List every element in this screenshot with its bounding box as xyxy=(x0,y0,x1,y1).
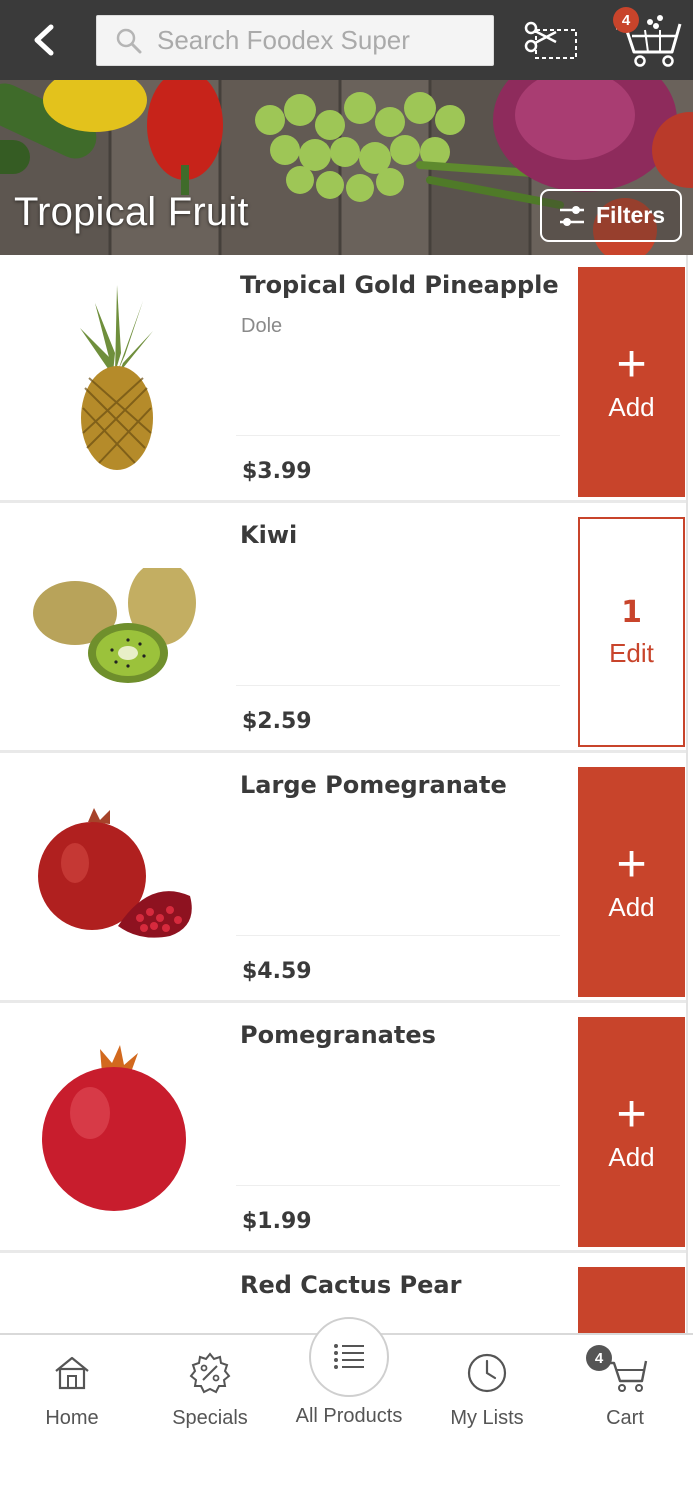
add-label: Add xyxy=(608,1141,655,1172)
nav-cart[interactable]: Cart xyxy=(560,1335,690,1445)
back-arrow-icon xyxy=(34,24,54,56)
add-label: Add xyxy=(608,391,655,422)
scrollbar[interactable] xyxy=(686,255,688,1333)
nav-label: All Products xyxy=(295,1405,403,1427)
filters-button[interactable]: Filters xyxy=(540,189,682,242)
header-cart-count-badge: 4 xyxy=(613,7,639,33)
scissors-coupon-icon xyxy=(524,21,577,59)
product-list: Tropical Gold Pineapple Dole $3.99 + Add… xyxy=(0,255,693,1333)
row-divider xyxy=(236,935,560,936)
add-label: Add xyxy=(608,891,655,922)
product-row[interactable]: Large Pomegranate $4.59 + Add xyxy=(0,755,686,1003)
add-to-cart-button[interactable] xyxy=(578,1267,685,1333)
bottom-navigation: Home Specials All Products My Lists Cart… xyxy=(0,1317,693,1500)
category-title: Tropical Fruit xyxy=(14,190,249,234)
product-name[interactable]: Kiwi xyxy=(240,521,297,549)
pomegranate-image xyxy=(20,1019,210,1237)
nav-label: Specials xyxy=(172,1407,248,1429)
back-button[interactable] xyxy=(22,18,66,62)
product-price: $3.99 xyxy=(242,459,312,484)
search-input[interactable] xyxy=(157,25,477,56)
cart-quantity: 1 xyxy=(621,595,642,630)
home-icon xyxy=(53,1353,91,1393)
search-bar[interactable] xyxy=(96,15,494,66)
large-pomegranate-image xyxy=(20,769,210,987)
product-brand: Dole xyxy=(241,315,283,337)
clock-icon xyxy=(466,1353,508,1393)
add-to-cart-button[interactable]: + Add xyxy=(578,267,685,497)
nav-specials[interactable]: Specials xyxy=(145,1335,275,1445)
product-row[interactable]: Pomegranates $1.99 + Add xyxy=(0,1005,686,1253)
product-name[interactable]: Tropical Gold Pineapple xyxy=(240,271,559,299)
nav-label: Cart xyxy=(606,1407,644,1429)
nav-label: Home xyxy=(45,1407,99,1429)
nav-my-lists[interactable]: My Lists xyxy=(422,1335,552,1445)
add-to-cart-button[interactable]: + Add xyxy=(578,1017,685,1247)
plus-icon: + xyxy=(616,334,647,393)
row-divider xyxy=(236,1185,560,1186)
nav-home[interactable]: Home xyxy=(7,1335,137,1445)
product-name[interactable]: Red Cactus Pear xyxy=(240,1271,461,1299)
product-row[interactable]: Kiwi $2.59 1 Edit xyxy=(0,505,686,753)
row-divider xyxy=(236,435,560,436)
product-row[interactable]: Tropical Gold Pineapple Dole $3.99 + Add xyxy=(0,255,686,503)
row-divider xyxy=(236,685,560,686)
product-name[interactable]: Large Pomegranate xyxy=(240,771,507,799)
cart-count-badge: 4 xyxy=(586,1345,612,1371)
nav-label: My Lists xyxy=(450,1407,524,1429)
edit-label: Edit xyxy=(609,638,654,668)
product-name[interactable]: Pomegranates xyxy=(240,1021,436,1049)
nav-all-products[interactable]: All Products xyxy=(284,1335,414,1445)
plus-icon: + xyxy=(616,1084,647,1143)
product-price: $1.99 xyxy=(242,1209,312,1234)
add-to-cart-button[interactable]: + Add xyxy=(578,767,685,997)
plus-icon: + xyxy=(616,834,647,893)
sliders-icon xyxy=(560,205,584,226)
filters-label: Filters xyxy=(596,202,666,228)
product-price: $4.59 xyxy=(242,959,312,984)
kiwi-image xyxy=(20,519,210,737)
search-icon xyxy=(116,28,142,53)
top-bar: 4 xyxy=(0,0,693,80)
specials-badge-icon xyxy=(189,1352,231,1394)
coupons-button[interactable] xyxy=(522,18,580,62)
product-price: $2.59 xyxy=(242,709,312,734)
edit-quantity-button[interactable]: 1 Edit xyxy=(578,517,685,747)
pineapple-image xyxy=(20,269,210,487)
